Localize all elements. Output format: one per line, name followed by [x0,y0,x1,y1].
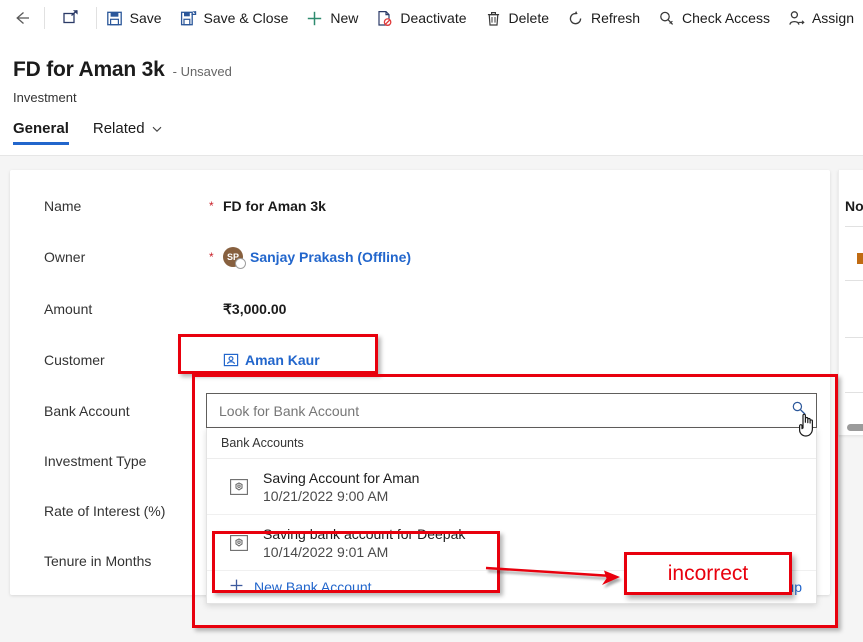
save-and-close-icon [180,10,197,27]
command-bar: Save Save & Close New Deactivate Delete … [0,0,863,36]
field-label-investment-type: Investment Type [44,453,147,469]
trash-icon [485,10,502,27]
refresh-button[interactable]: Refresh [558,0,649,36]
open-in-new-window-button[interactable] [45,0,95,36]
plus-icon [229,578,244,596]
field-label-customer: Customer [44,352,105,368]
field-row-owner: Owner * SP Sanjay Prakash (Offline) [44,245,824,269]
field-value-amount[interactable]: ₹3,000.00 [223,301,286,318]
annotation-label-text: incorrect [667,561,749,585]
check-access-label: Check Access [682,10,770,26]
deactivate-button[interactable]: Deactivate [367,0,475,36]
plus-icon [306,10,323,27]
tab-general[interactable]: General [13,120,69,145]
record-icon [229,477,249,497]
save-icon [106,10,123,27]
tab-general-label: General [13,120,69,137]
lookup-result-title: Saving Account for Aman [263,469,420,486]
required-marker-name: * [209,199,214,213]
field-label-amount: Amount [44,301,93,317]
new-label: New [330,10,359,26]
side-peek-chip [857,253,863,264]
lookup-group-header: Bank Accounts [207,428,816,459]
side-peek-panel: No [838,170,863,435]
form-tabs: General Related [13,120,163,145]
back-button[interactable] [0,0,44,36]
chevron-down-icon [152,126,161,132]
side-peek-divider-1 [845,226,863,227]
field-value-owner[interactable]: Sanjay Prakash (Offline) [250,249,411,265]
field-label-name: Name [44,198,82,214]
new-bank-account-button[interactable]: New Bank Account [229,578,372,596]
lookup-search-box[interactable]: Look for Bank Account [206,393,817,428]
lookup-result-item[interactable]: Saving Account for Aman 10/21/2022 9:00 … [207,459,816,515]
delete-label: Delete [508,10,549,26]
avatar: SP [223,247,246,269]
refresh-icon [567,10,584,27]
record-icon [229,533,249,553]
field-row-customer: Customer Aman Kaur [44,348,824,372]
field-row-amount: Amount ₹3,000.00 [44,297,824,321]
contact-card-icon [223,352,239,368]
record-header: FD for Aman 3k - Unsaved Investment Gene… [0,36,863,155]
new-bank-account-label: New Bank Account [254,579,372,595]
side-peek-divider-3 [845,337,863,338]
required-marker-owner: * [209,250,214,264]
deactivate-icon [376,10,393,27]
side-peek-divider-4 [845,392,863,393]
arrow-left-icon [16,12,30,24]
entity-name: Investment [13,90,77,105]
field-value-name[interactable]: FD for Aman 3k [223,198,326,214]
save-and-close-label: Save & Close [203,10,289,26]
side-peek-divider-2 [845,280,863,281]
deactivate-label: Deactivate [400,10,467,26]
field-row-name: Name * FD for Aman 3k [44,194,824,218]
refresh-label: Refresh [591,10,641,26]
app-root: Save Save & Close New Deactivate Delete … [0,0,863,642]
field-label-tenure-in-months: Tenure in Months [44,553,152,569]
field-label-rate-of-interest: Rate of Interest (%) [44,503,166,519]
lookup-result-text: Saving Account for Aman 10/21/2022 9:00 … [263,470,419,504]
delete-button[interactable]: Delete [476,0,558,36]
lookup-placeholder-text: Look for Bank Account [219,402,360,419]
key-icon [658,10,675,27]
unsaved-status: - Unsaved [172,64,232,79]
magnifier-icon[interactable] [790,399,808,422]
lookup-result-subtitle: 10/14/2022 9:01 AM [263,543,389,560]
annotation-label-incorrect: incorrect [624,552,792,595]
lookup-result-subtitle: 10/21/2022 9:00 AM [263,487,389,504]
new-button[interactable]: New [297,0,367,36]
side-peek-handle[interactable] [847,424,863,431]
page-title: FD for Aman 3k [13,58,165,81]
lookup-result-title: Saving bank account for Deepak [263,525,466,542]
tab-related-label: Related [92,120,145,137]
popout-icon [62,10,78,24]
lookup-result-text: Saving bank account for Deepak 10/14/202… [263,526,465,560]
save-and-close-button[interactable]: Save & Close [171,0,298,36]
field-value-customer[interactable]: Aman Kaur [245,352,320,368]
tab-related[interactable]: Related [93,120,163,145]
assign-button[interactable]: Assign [779,0,863,36]
assign-person-icon [788,10,805,27]
save-label: Save [129,10,162,26]
save-button[interactable]: Save [97,0,171,36]
assign-label: Assign [811,10,854,26]
record-title-line: FD for Aman 3k - Unsaved [13,58,232,82]
check-access-button[interactable]: Check Access [649,0,779,36]
field-label-owner: Owner [44,249,86,265]
side-peek-title: No [845,198,863,214]
field-label-bank-account: Bank Account [44,403,130,419]
